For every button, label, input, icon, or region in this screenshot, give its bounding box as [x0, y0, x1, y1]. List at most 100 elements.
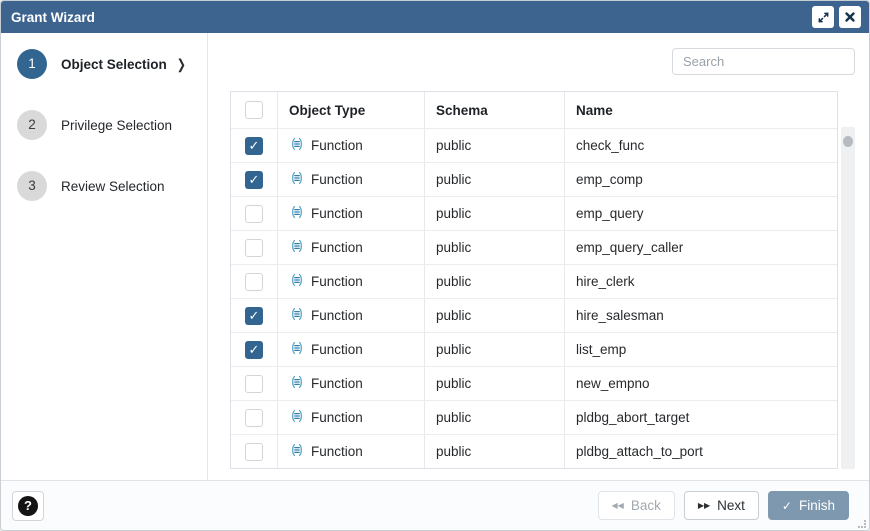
scrollbar-thumb[interactable] [843, 136, 853, 147]
step-review-selection[interactable]: 3 Review Selection [1, 171, 207, 201]
close-button[interactable] [839, 6, 861, 28]
row-checkbox[interactable] [245, 239, 263, 257]
maximize-icon [817, 11, 830, 24]
function-icon [289, 408, 305, 427]
next-button[interactable]: ▶▶ Next [684, 491, 759, 520]
row-checkbox[interactable] [245, 443, 263, 461]
object-type-label: Function [311, 274, 363, 289]
object-name-label: check_func [564, 129, 837, 162]
finish-button-label: Finish [799, 498, 835, 513]
step-privilege-selection[interactable]: 2 Privilege Selection [1, 110, 207, 140]
maximize-button[interactable] [812, 6, 834, 28]
table-row[interactable]: Function public pldbg_attach_to_port [231, 434, 837, 468]
table-row[interactable]: Function public pldbg_abort_target [231, 400, 837, 434]
dialog-body: 1 Object Selection 2 Privilege Selection… [1, 33, 869, 480]
object-name-label: hire_salesman [564, 299, 837, 332]
function-icon [289, 442, 305, 461]
help-button[interactable]: ? [12, 491, 44, 521]
object-type-label: Function [311, 240, 363, 255]
function-icon [289, 204, 305, 223]
footer-buttons: ◀◀ Back ▶▶ Next ✓ Finish [598, 491, 849, 520]
check-icon: ✓ [782, 499, 792, 513]
table-row[interactable]: Function public emp_query [231, 196, 837, 230]
step-label: Object Selection [61, 57, 167, 72]
table-scrollbar[interactable] [841, 91, 855, 469]
column-header-object-type[interactable]: Object Type [277, 92, 424, 128]
table-row[interactable]: Function public emp_comp [231, 162, 837, 196]
table-row[interactable]: Function public hire_clerk [231, 264, 837, 298]
dialog-title: Grant Wizard [11, 10, 95, 25]
back-button[interactable]: ◀◀ Back [598, 491, 675, 520]
back-button-label: Back [631, 498, 661, 513]
object-type-label: Function [311, 308, 363, 323]
row-checkbox[interactable] [245, 375, 263, 393]
function-icon [289, 374, 305, 393]
column-header-schema[interactable]: Schema [424, 92, 564, 128]
schema-label: public [424, 231, 564, 264]
row-checkbox[interactable] [245, 409, 263, 427]
function-icon [289, 170, 305, 189]
table-row[interactable]: Function public check_func [231, 128, 837, 162]
schema-label: public [424, 163, 564, 196]
object-name-label: pldbg_attach_to_port [564, 435, 837, 468]
object-name-label: emp_query [564, 197, 837, 230]
search-input[interactable] [672, 48, 855, 75]
titlebar: Grant Wizard [1, 1, 869, 33]
object-table-body: Function public check_func Function [231, 128, 837, 468]
function-icon [289, 272, 305, 291]
schema-label: public [424, 197, 564, 230]
step-number-badge: 3 [17, 171, 47, 201]
schema-label: public [424, 333, 564, 366]
function-icon [289, 306, 305, 325]
object-name-label: pldbg_abort_target [564, 401, 837, 434]
row-checkbox[interactable] [245, 171, 263, 189]
object-type-label: Function [311, 342, 363, 357]
step-number-badge: 2 [17, 110, 47, 140]
dialog-footer: ? ◀◀ Back ▶▶ Next ✓ Finish [1, 480, 869, 530]
object-name-label: emp_comp [564, 163, 837, 196]
object-type-label: Function [311, 444, 363, 459]
object-type-label: Function [311, 206, 363, 221]
row-checkbox[interactable] [245, 205, 263, 223]
schema-label: public [424, 401, 564, 434]
row-checkbox[interactable] [245, 341, 263, 359]
function-icon [289, 238, 305, 257]
column-header-name[interactable]: Name [564, 92, 837, 128]
object-name-label: hire_clerk [564, 265, 837, 298]
wizard-steps-sidebar: 1 Object Selection 2 Privilege Selection… [1, 33, 208, 480]
search-row [230, 48, 855, 75]
schema-label: public [424, 435, 564, 468]
select-all-checkbox[interactable] [245, 101, 263, 119]
table-row[interactable]: Function public list_emp [231, 332, 837, 366]
step-object-selection[interactable]: 1 Object Selection [1, 49, 207, 79]
double-left-arrow-icon: ◀◀ [612, 501, 624, 510]
schema-label: public [424, 367, 564, 400]
object-table: Object Type Schema Name [230, 91, 838, 469]
step-number-badge: 1 [17, 49, 47, 79]
function-icon [289, 340, 305, 359]
grant-wizard-dialog: Grant Wizard [0, 0, 870, 531]
window-controls [812, 6, 861, 28]
object-type-label: Function [311, 172, 363, 187]
schema-label: public [424, 129, 564, 162]
next-button-label: Next [717, 498, 745, 513]
row-checkbox[interactable] [245, 273, 263, 291]
object-type-label: Function [311, 376, 363, 391]
row-checkbox[interactable] [245, 137, 263, 155]
schema-label: public [424, 265, 564, 298]
table-row[interactable]: Function public hire_salesman [231, 298, 837, 332]
object-type-label: Function [311, 138, 363, 153]
step-label: Privilege Selection [61, 118, 172, 133]
table-zone: Object Type Schema Name [230, 91, 855, 469]
scrollbar-track[interactable] [841, 127, 855, 469]
object-selection-panel: Object Type Schema Name [208, 33, 869, 480]
table-row[interactable]: Function public new_empno [231, 366, 837, 400]
help-icon: ? [18, 496, 38, 516]
finish-button[interactable]: ✓ Finish [768, 491, 849, 520]
row-checkbox[interactable] [245, 307, 263, 325]
resize-grip-icon[interactable] [858, 520, 866, 528]
schema-label: public [424, 299, 564, 332]
function-icon [289, 136, 305, 155]
table-row[interactable]: Function public emp_query_caller [231, 230, 837, 264]
object-type-label: Function [311, 410, 363, 425]
